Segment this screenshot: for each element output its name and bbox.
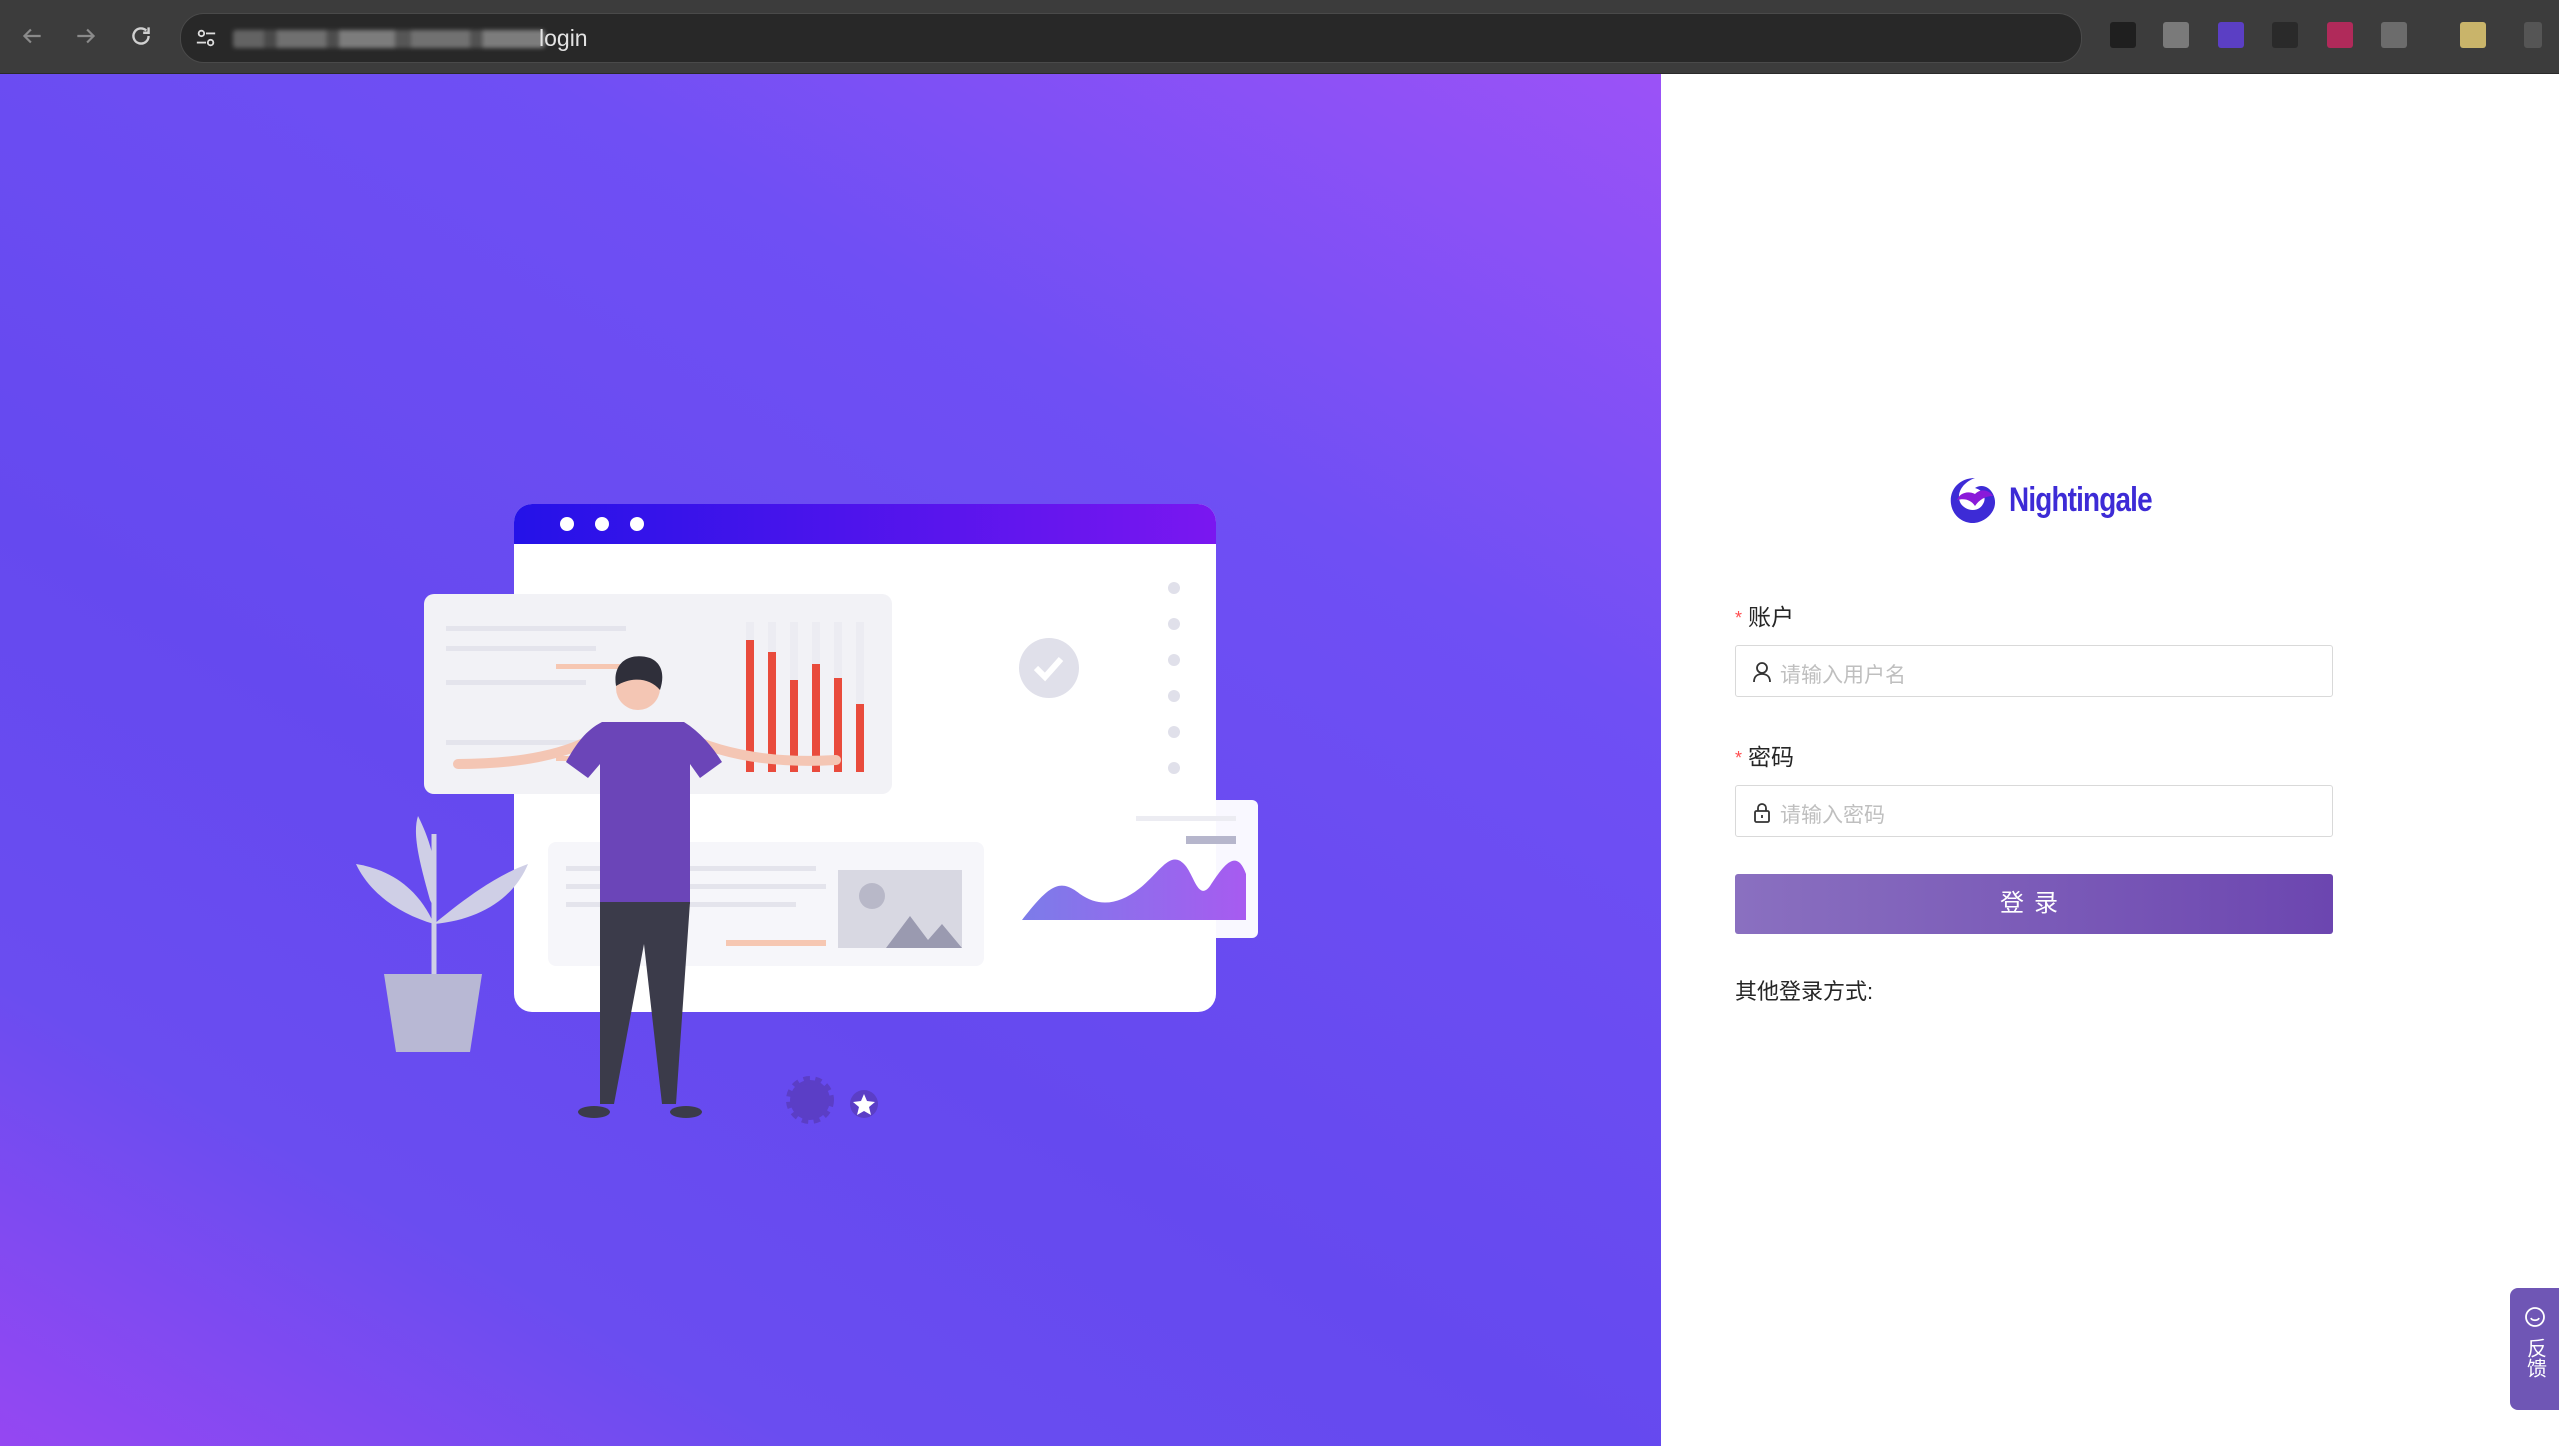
login-panel: Nightingale * 账户 请输入用户名 * 密码 请输入密码 登录 其他登录… bbox=[1661, 74, 2559, 1446]
account-label-text: 账户 bbox=[1748, 604, 1795, 630]
url-text: login bbox=[539, 25, 588, 51]
extension-icon-6[interactable] bbox=[2381, 22, 2407, 48]
hero-panel bbox=[0, 74, 1661, 1446]
brand-name: Nightingale bbox=[2009, 480, 2153, 519]
feedback-button[interactable]: 反馈 bbox=[2510, 1288, 2559, 1410]
gear-star-illustration bbox=[786, 1076, 878, 1124]
brand-logo: Nightingale bbox=[1945, 472, 2183, 528]
reload-icon bbox=[132, 27, 150, 45]
plant-illustration bbox=[356, 816, 528, 1052]
password-label: * 密码 bbox=[1735, 738, 1794, 772]
required-mark: * bbox=[1735, 748, 1743, 769]
login-button[interactable]: 登录 bbox=[1735, 874, 2333, 934]
lock-icon bbox=[1754, 803, 1770, 823]
bird-logo-icon bbox=[1950, 478, 1996, 524]
extension-icon-1[interactable] bbox=[2110, 22, 2136, 48]
browser-toolbar: login bbox=[0, 0, 2559, 74]
password-placeholder: 请输入密码 bbox=[1780, 804, 1885, 827]
extension-icon-2[interactable] bbox=[2163, 22, 2189, 48]
feedback-label: 反馈 bbox=[2523, 1338, 2546, 1378]
browser-menu-icon[interactable] bbox=[2524, 22, 2542, 48]
extension-icon-4[interactable] bbox=[2272, 22, 2298, 48]
extension-icon-7[interactable] bbox=[2460, 22, 2486, 48]
back-button[interactable] bbox=[12, 16, 52, 56]
extension-icon-5[interactable] bbox=[2327, 22, 2353, 48]
username-input[interactable]: 请输入用户名 bbox=[1735, 645, 2333, 697]
arrow-right-icon bbox=[77, 28, 96, 44]
password-input[interactable]: 请输入密码 bbox=[1735, 785, 2333, 837]
analytics-dashboard-illustration bbox=[356, 504, 1258, 1124]
user-icon bbox=[1753, 662, 1771, 683]
smile-icon bbox=[2524, 1307, 2545, 1327]
address-bar[interactable]: login bbox=[180, 13, 2082, 63]
forward-button[interactable] bbox=[66, 16, 106, 56]
reload-button[interactable] bbox=[121, 16, 161, 56]
other-login-methods: 其他登录方式: bbox=[1735, 979, 1874, 1004]
required-mark: * bbox=[1735, 608, 1743, 629]
area-chart-card-illustration bbox=[1004, 800, 1258, 938]
username-placeholder: 请输入用户名 bbox=[1780, 664, 1906, 687]
password-label-text: 密码 bbox=[1748, 744, 1795, 770]
site-info-icon[interactable] bbox=[195, 27, 217, 49]
arrow-left-icon bbox=[22, 28, 41, 44]
extension-icon-3[interactable] bbox=[2218, 22, 2244, 48]
blurred-url-host bbox=[233, 30, 545, 48]
account-label: * 账户 bbox=[1735, 598, 1794, 632]
